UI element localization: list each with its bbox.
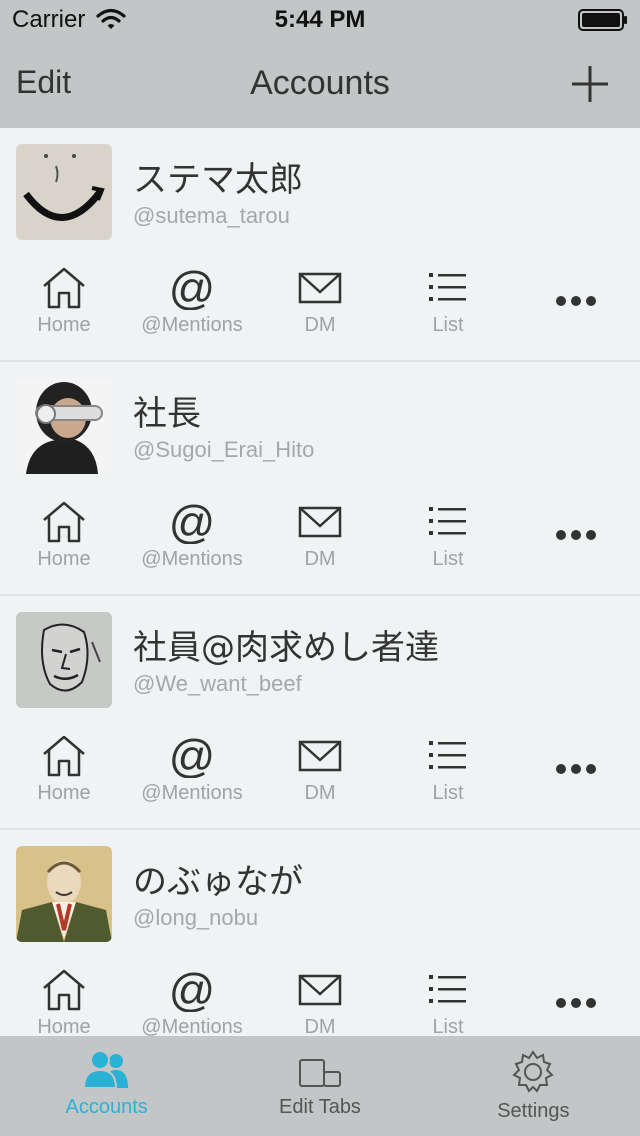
- list-label: List: [432, 548, 464, 570]
- avatar: [16, 612, 112, 708]
- mentions-label: @Mentions: [141, 548, 243, 570]
- tab-label: Edit Tabs: [279, 1096, 361, 1118]
- dm-label: DM: [304, 548, 336, 570]
- list-button[interactable]: List: [384, 962, 512, 1036]
- account-row[interactable]: ステマ太郎 @sutema_tarou Home @ @Mentions DM …: [0, 128, 640, 362]
- account-name: 社員@肉求めし者達: [133, 628, 439, 668]
- list-button[interactable]: List: [384, 260, 512, 350]
- tab-accounts[interactable]: Accounts: [0, 1036, 213, 1136]
- devices-icon: [298, 1059, 341, 1087]
- at-icon: @: [169, 968, 216, 1012]
- tab-settings[interactable]: Settings: [427, 1036, 640, 1136]
- home-icon: [43, 267, 85, 309]
- account-name: ステマ太郎: [133, 160, 303, 200]
- home-button[interactable]: Home: [0, 728, 128, 818]
- dm-label: DM: [304, 1016, 336, 1036]
- envelope-icon: [298, 272, 342, 304]
- more-icon: [556, 764, 596, 774]
- mentions-label: @Mentions: [141, 782, 243, 804]
- account-actions: Home @ @Mentions DM List: [0, 962, 640, 1036]
- plus-icon[interactable]: [570, 64, 610, 104]
- mentions-label: @Mentions: [141, 1016, 243, 1036]
- account-handle: @Sugoi_Erai_Hito: [133, 437, 315, 462]
- account-handle: @sutema_tarou: [133, 203, 290, 228]
- mentions-button[interactable]: @ @Mentions: [128, 728, 256, 818]
- at-icon: @: [169, 266, 216, 310]
- avatar: [16, 846, 112, 942]
- envelope-icon: [298, 974, 342, 1006]
- home-icon: [43, 501, 85, 543]
- account-handle: @long_nobu: [133, 905, 259, 930]
- svg-text:@: @: [169, 266, 216, 310]
- more-button[interactable]: [512, 260, 640, 350]
- status-time: 5:44 PM: [274, 6, 366, 33]
- home-icon: [43, 735, 85, 777]
- account-row[interactable]: 社長 @Sugoi_Erai_Hito Home @ @Mentions DM …: [0, 362, 640, 596]
- dm-button[interactable]: DM: [256, 494, 384, 584]
- tab-edit-tabs[interactable]: Edit Tabs: [213, 1036, 426, 1136]
- home-button[interactable]: Home: [0, 494, 128, 584]
- status-bar: Carrier 5:44 PM: [0, 0, 640, 40]
- envelope-icon: [298, 506, 342, 538]
- svg-text:@: @: [169, 500, 216, 544]
- account-name: 社長: [133, 394, 201, 434]
- list-label: List: [432, 1016, 464, 1036]
- dm-button[interactable]: DM: [256, 728, 384, 818]
- mentions-button[interactable]: @ @Mentions: [128, 494, 256, 584]
- svg-text:@: @: [169, 734, 216, 778]
- list-button[interactable]: List: [384, 728, 512, 818]
- tab-bar: Accounts Edit Tabs Settings: [0, 1036, 640, 1136]
- svg-text:@: @: [169, 968, 216, 1012]
- people-icon: [82, 1050, 128, 1089]
- page-title: Accounts: [250, 64, 390, 102]
- dm-label: DM: [304, 314, 336, 336]
- tab-label: Accounts: [65, 1096, 148, 1118]
- mentions-button[interactable]: @ @Mentions: [128, 260, 256, 350]
- at-icon: @: [169, 734, 216, 778]
- at-icon: @: [169, 500, 216, 544]
- account-row[interactable]: 社員@肉求めし者達 @We_want_beef Home @ @Mentions: [0, 596, 640, 830]
- gear-icon: [512, 1050, 555, 1093]
- account-list: ステマ太郎 @sutema_tarou Home @ @Mentions DM …: [0, 128, 640, 1036]
- dm-label: DM: [304, 782, 336, 804]
- mentions-button[interactable]: @ @Mentions: [128, 962, 256, 1036]
- avatar: [16, 378, 112, 474]
- home-button[interactable]: Home: [0, 962, 128, 1036]
- home-label: Home: [37, 314, 91, 336]
- list-icon: [429, 507, 466, 535]
- more-button[interactable]: [512, 962, 640, 1036]
- tab-label: Settings: [497, 1100, 570, 1122]
- list-label: List: [432, 782, 464, 804]
- battery-icon: [578, 9, 627, 31]
- more-icon: [556, 998, 596, 1008]
- account-actions: Home @ @Mentions DM List: [0, 728, 640, 818]
- home-button[interactable]: Home: [0, 260, 128, 350]
- account-row[interactable]: のぶゅなが @long_nobu Home @ @Mentions DM Lis…: [0, 830, 640, 1036]
- list-icon: [429, 975, 466, 1003]
- navigation-bar: Edit Accounts: [0, 40, 640, 128]
- envelope-icon: [298, 740, 342, 772]
- account-actions: Home @ @Mentions DM List: [0, 494, 640, 584]
- list-button[interactable]: List: [384, 494, 512, 584]
- more-icon: [556, 530, 596, 540]
- list-label: List: [432, 314, 464, 336]
- more-button[interactable]: [512, 494, 640, 584]
- more-button[interactable]: [512, 728, 640, 818]
- account-name: のぶゅなが: [133, 862, 303, 902]
- mentions-label: @Mentions: [141, 314, 243, 336]
- dm-button[interactable]: DM: [256, 962, 384, 1036]
- avatar: [16, 144, 112, 240]
- account-actions: Home @ @Mentions DM List: [0, 260, 640, 350]
- home-label: Home: [37, 1016, 91, 1036]
- list-icon: [429, 741, 466, 769]
- more-icon: [556, 296, 596, 306]
- home-icon: [43, 969, 85, 1011]
- account-handle: @We_want_beef: [133, 671, 302, 696]
- list-icon: [429, 273, 466, 301]
- home-label: Home: [37, 548, 91, 570]
- dm-button[interactable]: DM: [256, 260, 384, 350]
- home-label: Home: [37, 782, 91, 804]
